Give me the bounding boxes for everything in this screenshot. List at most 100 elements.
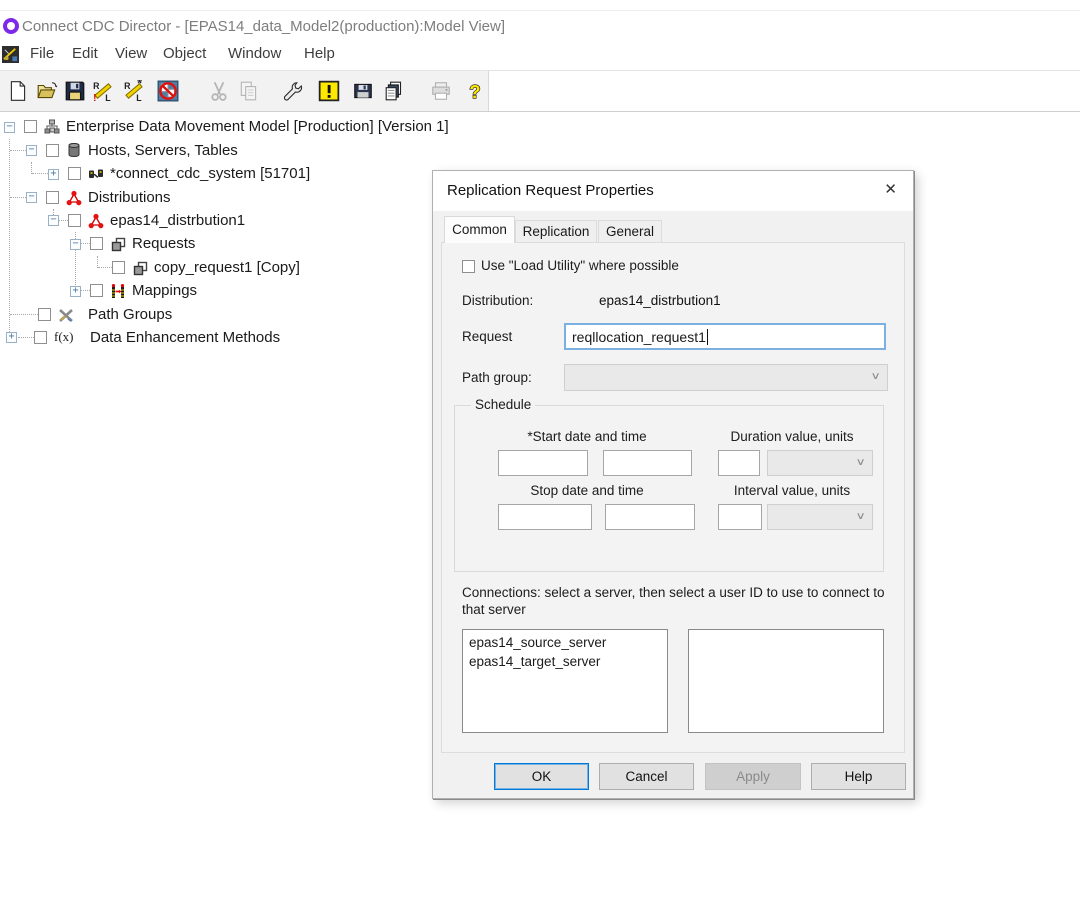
svg-text:R: R (93, 81, 100, 91)
duration-value-input[interactable] (718, 450, 760, 476)
request-input-value: reqllocation_request1 (572, 329, 706, 345)
window-title: Connect CDC Director - [EPAS14_data_Mode… (22, 18, 505, 35)
validate-warning-icon[interactable] (317, 79, 341, 103)
save-all-icon[interactable] (351, 79, 375, 103)
menu-object[interactable]: Object (163, 45, 206, 62)
copy-pages-icon[interactable] (383, 79, 407, 103)
no-load-utility-icon[interactable] (156, 79, 180, 103)
tab-common[interactable]: Common (444, 216, 515, 243)
connections-instructions: Connections: select a server, then selec… (462, 584, 904, 618)
tree-checkbox[interactable] (24, 120, 37, 133)
close-icon[interactable]: ✕ (884, 181, 897, 199)
schedule-legend: Schedule (471, 397, 535, 412)
user-ids-listbox[interactable] (688, 629, 884, 733)
svg-text:L: L (105, 93, 111, 102)
tree-checkbox[interactable] (68, 167, 81, 180)
path-group-dropdown[interactable]: ∨ (564, 364, 888, 391)
cut-icon[interactable] (207, 79, 231, 103)
tree-checkbox[interactable] (112, 261, 125, 274)
collapse-expander[interactable]: − (26, 145, 37, 156)
tree-checkbox[interactable] (38, 308, 51, 321)
model-icon (44, 119, 60, 135)
tree-checkbox[interactable] (90, 284, 103, 297)
expand-expander[interactable]: + (70, 286, 81, 297)
tree-item-connect-cdc-system[interactable]: *connect_cdc_system [51701] (110, 165, 310, 182)
svg-text:R: R (124, 81, 131, 91)
common-tab-page: Use "Load Utility" where possible Distri… (441, 242, 905, 753)
start-date-input[interactable] (498, 450, 588, 476)
edit-rsl-icon[interactable]: RL! (91, 79, 115, 103)
tree-checkbox[interactable] (46, 191, 59, 204)
menu-edit[interactable]: Edit (72, 45, 98, 62)
copy-icon[interactable] (237, 79, 261, 103)
tree-checkbox[interactable] (46, 144, 59, 157)
distribution-label: Distribution: (462, 293, 533, 308)
expand-expander[interactable]: + (48, 169, 59, 180)
tools-icon[interactable] (281, 79, 305, 103)
request-icon (132, 260, 148, 276)
apply-button: Apply (705, 763, 801, 790)
tree-item-copy-request1[interactable]: copy_request1 [Copy] (154, 259, 300, 276)
tree-connector-stub (98, 267, 112, 268)
help-icon[interactable]: ? (463, 79, 487, 103)
new-rsl-icon[interactable]: RL* (122, 79, 146, 103)
app-window: { "window": { "title": "Connect CDC Dire… (0, 0, 1080, 900)
save-model-icon[interactable] (63, 79, 87, 103)
tree-connector-line (9, 139, 10, 338)
menu-window[interactable]: Window (228, 45, 281, 62)
mapping-icon (110, 283, 126, 299)
tree-item-path-groups[interactable]: Path Groups (88, 306, 172, 323)
cancel-button[interactable]: Cancel (599, 763, 694, 790)
duration-label: Duration value, units (697, 429, 887, 444)
menu-file[interactable]: File (30, 45, 54, 62)
stop-date-input[interactable] (498, 504, 592, 530)
tab-replication[interactable]: Replication (515, 220, 597, 243)
start-time-input[interactable] (603, 450, 692, 476)
request-input[interactable]: reqllocation_request1 (564, 323, 886, 350)
chevron-down-icon: ∨ (870, 371, 880, 382)
stop-time-input[interactable] (605, 504, 695, 530)
interval-units-dropdown[interactable]: ∨ (767, 504, 873, 530)
interval-value-input[interactable] (718, 504, 762, 530)
print-icon[interactable] (429, 79, 453, 103)
collapse-expander[interactable]: − (48, 215, 59, 226)
collapse-expander[interactable]: − (70, 239, 81, 250)
tree-checkbox[interactable] (68, 214, 81, 227)
pathgroup-icon (58, 307, 74, 323)
menu-help[interactable]: Help (304, 45, 335, 62)
help-button[interactable]: Help (811, 763, 906, 790)
load-utility-checkbox[interactable] (462, 260, 475, 273)
tree-checkbox[interactable] (90, 237, 103, 250)
tree-item-mappings[interactable]: Mappings (132, 282, 197, 299)
tree-item-requests[interactable]: Requests (132, 235, 195, 252)
server-list-item[interactable]: epas14_target_server (469, 652, 661, 671)
document-system-icon[interactable] (2, 46, 19, 63)
tree-checkbox[interactable] (34, 331, 47, 344)
duration-units-dropdown[interactable]: ∨ (767, 450, 873, 476)
tree-item-epas14-distrbution1[interactable]: epas14_distrbution1 (110, 212, 245, 229)
server-list-item[interactable]: epas14_source_server (469, 633, 661, 652)
menu-view[interactable]: View (115, 45, 147, 62)
window-top-edge (0, 10, 1080, 11)
tab-general[interactable]: General (598, 220, 662, 243)
collapse-expander[interactable]: − (4, 122, 15, 133)
open-model-icon[interactable] (35, 79, 59, 103)
svg-text:!: ! (93, 93, 96, 102)
system-icon (88, 166, 104, 182)
load-utility-label: Use "Load Utility" where possible (481, 258, 679, 273)
tree-item-enterprise-model[interactable]: Enterprise Data Movement Model [Producti… (66, 118, 449, 135)
collapse-expander[interactable]: − (26, 192, 37, 203)
tree-item-data-enhancement-methods[interactable]: Data Enhancement Methods (90, 329, 280, 346)
replication-request-properties-dialog: Replication Request Properties ✕ Common … (432, 170, 914, 799)
servers-listbox[interactable]: epas14_source_server epas14_target_serve… (462, 629, 668, 733)
expand-expander[interactable]: + (6, 332, 17, 343)
tree-item-distributions[interactable]: Distributions (88, 189, 171, 206)
new-document-icon[interactable] (6, 79, 30, 103)
ok-button[interactable]: OK (494, 763, 589, 790)
svg-text:*: * (137, 80, 142, 91)
toolbar: RL! RL* ? (0, 70, 1080, 112)
tree-item-hosts-servers-tables[interactable]: Hosts, Servers, Tables (88, 142, 238, 159)
request-label: Request (462, 329, 512, 344)
text-caret (707, 329, 708, 345)
distribution-value: epas14_distrbution1 (599, 293, 721, 308)
